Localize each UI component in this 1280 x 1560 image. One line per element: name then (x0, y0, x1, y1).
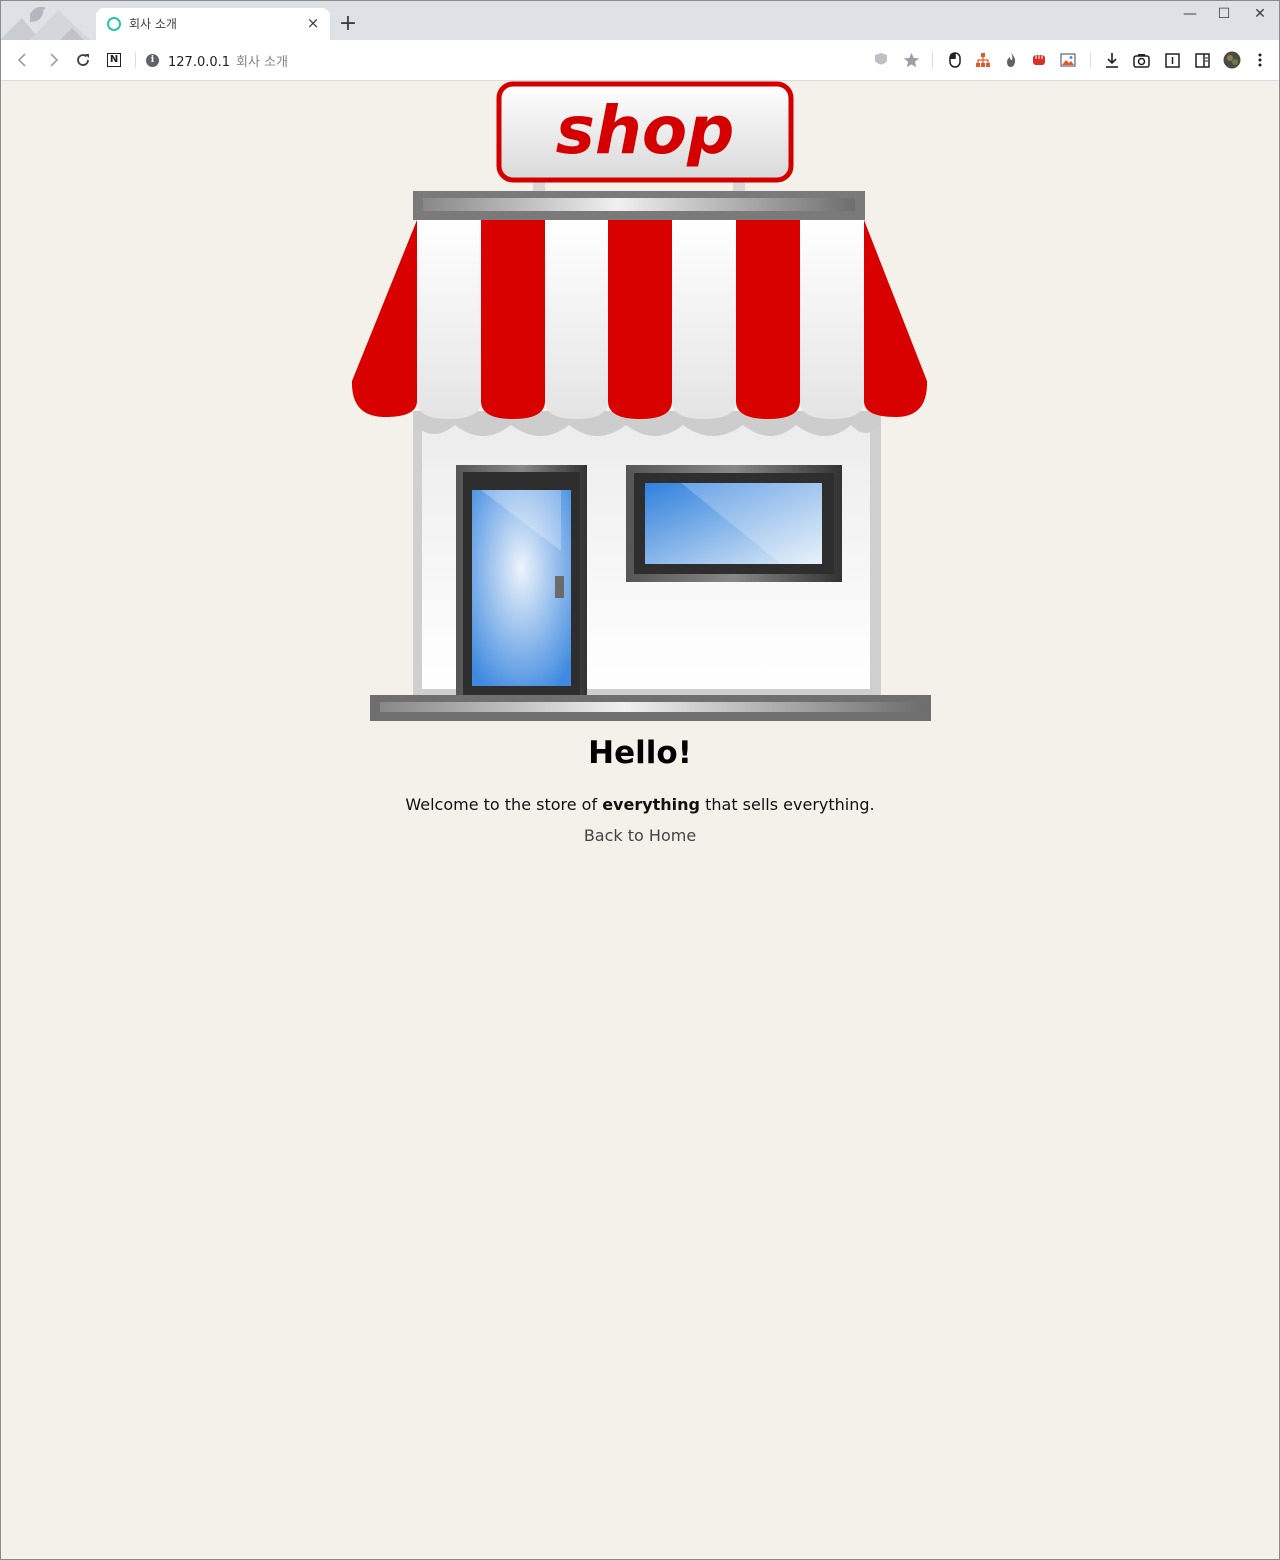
theme-artwork (0, 0, 96, 40)
awning-stripe (608, 220, 672, 419)
shield-icon[interactable] (872, 51, 890, 69)
star-icon[interactable] (902, 51, 920, 69)
active-tab[interactable]: 회사 소개 × (96, 8, 330, 40)
back-link-container: Back to Home (1, 825, 1279, 847)
reload-button[interactable] (72, 49, 94, 71)
shop-base-step-shine (380, 702, 921, 712)
image-icon[interactable] (1059, 51, 1077, 69)
toolbar-divider (932, 52, 933, 68)
tab-favicon-icon (107, 17, 121, 31)
welcome-text-start: Welcome to the store of (405, 795, 603, 814)
page-heading: Hello! (588, 735, 692, 771)
download-icon[interactable] (1103, 51, 1121, 69)
fire-icon[interactable] (1002, 51, 1020, 69)
url-page-title: 회사 소개 (236, 55, 289, 70)
maximize-button[interactable]: ☐ (1209, 3, 1239, 25)
awning-stripe (672, 220, 736, 419)
tab-close-button[interactable]: × (304, 14, 322, 32)
chevron-left-icon (17, 53, 26, 67)
camera-icon[interactable] (1132, 51, 1150, 69)
toolbar-divider (135, 52, 136, 68)
tab-title: 회사 소개 (129, 17, 177, 31)
sidebar-icon[interactable] (1193, 51, 1211, 69)
notion-extension-button[interactable]: N (103, 49, 125, 71)
awning-stripe (351, 220, 417, 417)
awning-stripe (736, 220, 800, 419)
url-host: 127.0.0.1 (168, 55, 231, 70)
browser-toolbar: N i 127.0.0.1 회사 소개 (0, 40, 1280, 81)
sitemap-icon[interactable] (974, 51, 992, 69)
forward-button[interactable] (42, 49, 64, 71)
site-info-icon[interactable]: i (146, 54, 159, 67)
minimize-button[interactable]: — (1175, 3, 1205, 25)
toolbar-divider (1090, 52, 1091, 68)
door-handle (555, 576, 564, 598)
page-content: shop Hello! Welcome to the store of ever… (1, 81, 1279, 1559)
tab-strip: 회사 소개 × + — ☐ ✕ (0, 0, 1280, 40)
reader-icon[interactable] (1163, 51, 1181, 69)
back-button[interactable] (12, 49, 34, 71)
awning-stripe (545, 220, 608, 419)
menu-icon[interactable] (1251, 51, 1269, 69)
mouse-icon[interactable] (946, 51, 964, 69)
awning-stripe (800, 220, 864, 419)
awning-stripe (481, 220, 545, 419)
notion-icon: N (107, 53, 121, 67)
reload-icon (77, 54, 89, 66)
awning-stripe (417, 220, 481, 419)
shop-sign-text: shop (556, 92, 735, 169)
welcome-text: Welcome to the store of everything that … (1, 794, 1279, 816)
address-bar[interactable]: 127.0.0.1 회사 소개 (168, 51, 288, 70)
welcome-text-end: that sells everything. (700, 795, 875, 814)
shop-illustration: shop (351, 81, 931, 721)
awning-top-bar-shine (423, 198, 855, 211)
profile-avatar[interactable] (1223, 51, 1241, 69)
chevron-right-icon (50, 53, 59, 67)
awning-stripe (864, 220, 928, 417)
welcome-text-bold: everything (602, 795, 701, 814)
back-to-home-link[interactable]: Back to Home (584, 826, 696, 845)
window-close-button[interactable]: ✕ (1245, 3, 1275, 25)
fist-icon[interactable] (1030, 51, 1048, 69)
new-tab-button[interactable]: + (337, 13, 359, 35)
